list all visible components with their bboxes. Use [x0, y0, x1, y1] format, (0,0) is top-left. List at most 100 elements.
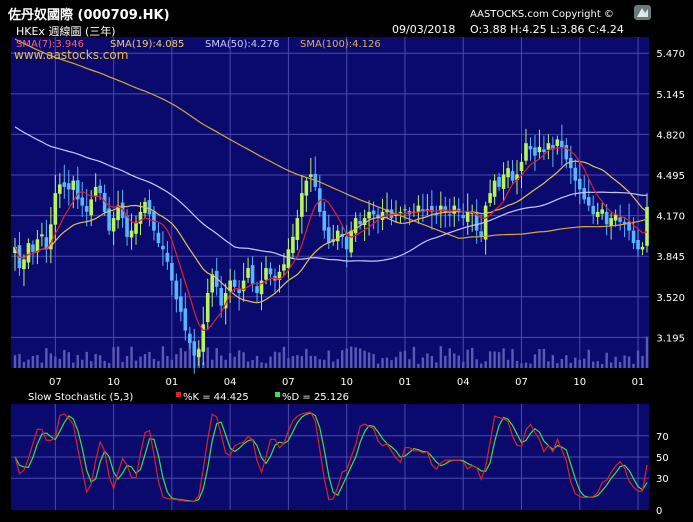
candle-body	[497, 176, 501, 187]
price-tick-label: 4.495	[656, 171, 685, 182]
candle-body	[255, 286, 259, 294]
volume-bar	[506, 359, 510, 368]
chart-stage: 佐丹奴國際 (000709.HK) HKEx 週線圖 (三年) AASTOCKS…	[0, 0, 693, 517]
volume-bar	[493, 351, 496, 368]
candle-body	[40, 234, 44, 237]
candle-body	[129, 230, 134, 238]
price-tick-label: 4.820	[656, 130, 685, 141]
date-label: 09/03/2018	[392, 23, 455, 36]
volume-bar	[278, 352, 281, 368]
volume-bar	[560, 358, 564, 368]
price-tick-label: 3.520	[656, 293, 685, 304]
candle-body	[304, 180, 309, 196]
candle-body	[232, 279, 237, 287]
volume-bar	[309, 355, 313, 368]
price-tick-label: 3.195	[656, 333, 685, 344]
candle-body	[196, 349, 201, 358]
volume-bar	[318, 359, 321, 368]
candle-body	[600, 209, 604, 214]
candle-body	[268, 268, 273, 275]
volume-bar	[287, 358, 290, 368]
stoch-tick-label: 0	[656, 506, 662, 517]
volume-bar	[228, 353, 232, 368]
volume-bar	[269, 356, 272, 368]
candle-body	[71, 180, 76, 190]
volume-bar	[143, 354, 147, 368]
volume-bar	[36, 354, 39, 368]
stoch-tick-label: 70	[656, 432, 669, 443]
price-tick-label: 3.845	[656, 252, 685, 263]
volume-bar	[305, 348, 308, 368]
volume-bar	[63, 349, 66, 368]
volume-bar	[67, 352, 70, 368]
volume-bar	[332, 361, 335, 368]
volume-bar	[349, 346, 353, 368]
volume-bar	[372, 354, 375, 368]
volume-bar	[211, 359, 214, 368]
volume-bar	[484, 361, 487, 368]
volume-bar	[13, 355, 17, 368]
volume-bar	[632, 363, 635, 368]
candle-body	[537, 146, 542, 153]
volume-bar	[448, 348, 451, 368]
volume-bar	[618, 362, 622, 368]
volume-bar	[444, 355, 447, 368]
candle-body	[524, 143, 528, 161]
stoch-d-label: %D = 25.126	[282, 392, 349, 403]
candle-body	[447, 214, 452, 216]
candle-body	[183, 308, 188, 331]
volume-bar	[551, 355, 555, 368]
candle-body	[389, 209, 394, 219]
volume-bar	[233, 356, 236, 368]
stoch-k-swatch	[176, 392, 181, 397]
candle-body	[595, 211, 600, 217]
candle-body	[111, 218, 116, 232]
volume-bar	[511, 349, 514, 368]
time-tick-label: 07	[515, 377, 528, 388]
candle-body	[358, 221, 362, 225]
volume-bar	[430, 356, 434, 368]
volume-bar	[336, 359, 339, 368]
candle-body	[640, 246, 645, 250]
candle-body	[555, 139, 560, 147]
volume-bar	[323, 359, 326, 368]
candle-body	[58, 184, 62, 194]
candle-body	[295, 218, 300, 240]
volume-bar	[251, 359, 254, 368]
volume-bar	[479, 363, 483, 368]
volume-bar	[466, 349, 469, 368]
candle-body	[519, 161, 524, 172]
time-tick-label: 07	[282, 377, 295, 388]
volume-bar	[363, 350, 366, 368]
candle-body	[506, 168, 510, 178]
volume-bar	[488, 351, 492, 368]
candle-body	[125, 215, 129, 237]
time-tick-label: 04	[224, 377, 237, 388]
volume-bar	[85, 351, 88, 368]
candle-body	[371, 210, 376, 215]
chart-svg: 佐丹奴國際 (000709.HK) HKEx 週線圖 (三年) AASTOCKS…	[7, 5, 685, 517]
volume-bar	[314, 356, 317, 368]
volume-bar	[385, 357, 389, 368]
volume-bar	[381, 358, 384, 368]
volume-bar	[394, 356, 398, 368]
volume-bar	[399, 351, 402, 368]
candle-body	[636, 240, 640, 250]
volume-bar	[76, 355, 79, 368]
candle-body	[564, 144, 569, 160]
volume-bar	[219, 355, 223, 368]
candle-body	[403, 209, 407, 211]
candle-body	[138, 211, 143, 224]
volume-bar	[376, 363, 380, 368]
volume-bar	[578, 359, 581, 368]
stochastic-title: Slow Stochastic (5,3)	[28, 392, 133, 403]
candle-body	[286, 249, 291, 269]
volume-bar	[327, 350, 330, 368]
candle-body	[492, 180, 497, 197]
candle-body	[246, 268, 250, 278]
volume-bar	[206, 347, 209, 368]
candle-body	[367, 211, 371, 219]
volume-bar	[224, 359, 227, 368]
candle-body	[533, 147, 537, 156]
volume-bar	[408, 359, 411, 368]
